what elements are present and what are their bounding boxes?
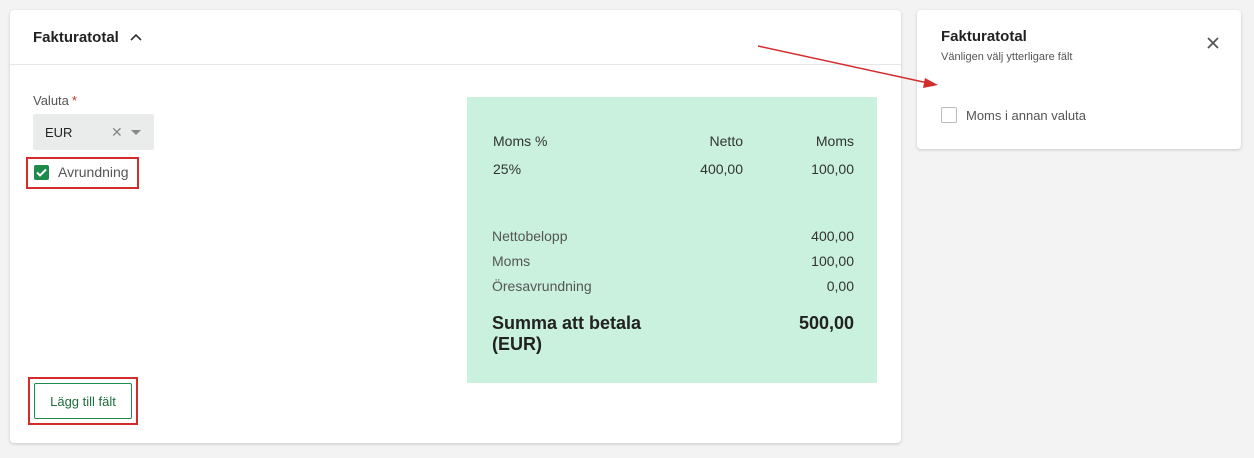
currency-select[interactable]: EUR ✕ [33,114,154,150]
rounding-checkbox[interactable] [34,164,49,180]
vat-value: 100,00 [811,253,854,269]
net-amount-label: Nettobelopp [492,228,568,244]
vat-label: Moms [492,253,531,269]
vat-other-currency-checkbox[interactable] [941,107,957,123]
dropdown-caret-icon[interactable] [131,130,141,135]
row-vat-percent: 25% [493,161,522,177]
rounding-checkbox-row[interactable]: Avrundning [34,164,129,180]
required-mark: * [71,93,77,108]
currency-value: EUR [45,124,73,140]
chevron-up-icon[interactable] [129,30,143,44]
vat-other-currency-option[interactable]: Moms i annan valuta [941,107,1086,123]
add-fields-panel: Fakturatotal Vänligen välj ytterligare f… [917,10,1241,149]
currency-label: Valuta * [33,93,77,108]
panel-subtitle: Vänligen välj ytterligare fält [941,51,1073,63]
total-value: 500,00 [798,313,854,333]
net-amount-value: 400,00 [811,228,854,244]
total-label-line2: (EUR) [492,334,542,354]
vat-percent-header: Moms % [493,133,548,149]
vat-amount-header: Moms [815,133,854,149]
checkmark-icon [36,168,47,177]
rounding-label: Avrundning [58,164,129,180]
row-vat: 100,00 [811,161,854,177]
close-icon[interactable] [1206,36,1220,50]
rounding-amount-value: 0,00 [826,278,854,294]
invoice-total-card: Fakturatotal Valuta * EUR ✕ Avrundning Lä… [10,10,901,443]
card-title: Fakturatotal [33,28,119,46]
card-header[interactable]: Fakturatotal [10,10,901,65]
totals-summary: Moms % Netto Moms 25% 400,00 100,00 Nett… [467,97,877,383]
add-field-button[interactable]: Lägg till fält [34,383,132,419]
currency-label-text: Valuta [33,93,69,108]
vat-other-currency-label: Moms i annan valuta [966,107,1086,123]
panel-title: Fakturatotal [941,28,1027,45]
clear-icon[interactable]: ✕ [111,124,123,141]
net-header: Netto [709,133,743,149]
rounding-amount-label: Öresavrundning [492,278,592,294]
row-net: 400,00 [700,161,743,177]
total-label-line1: Summa att betala [492,313,642,333]
